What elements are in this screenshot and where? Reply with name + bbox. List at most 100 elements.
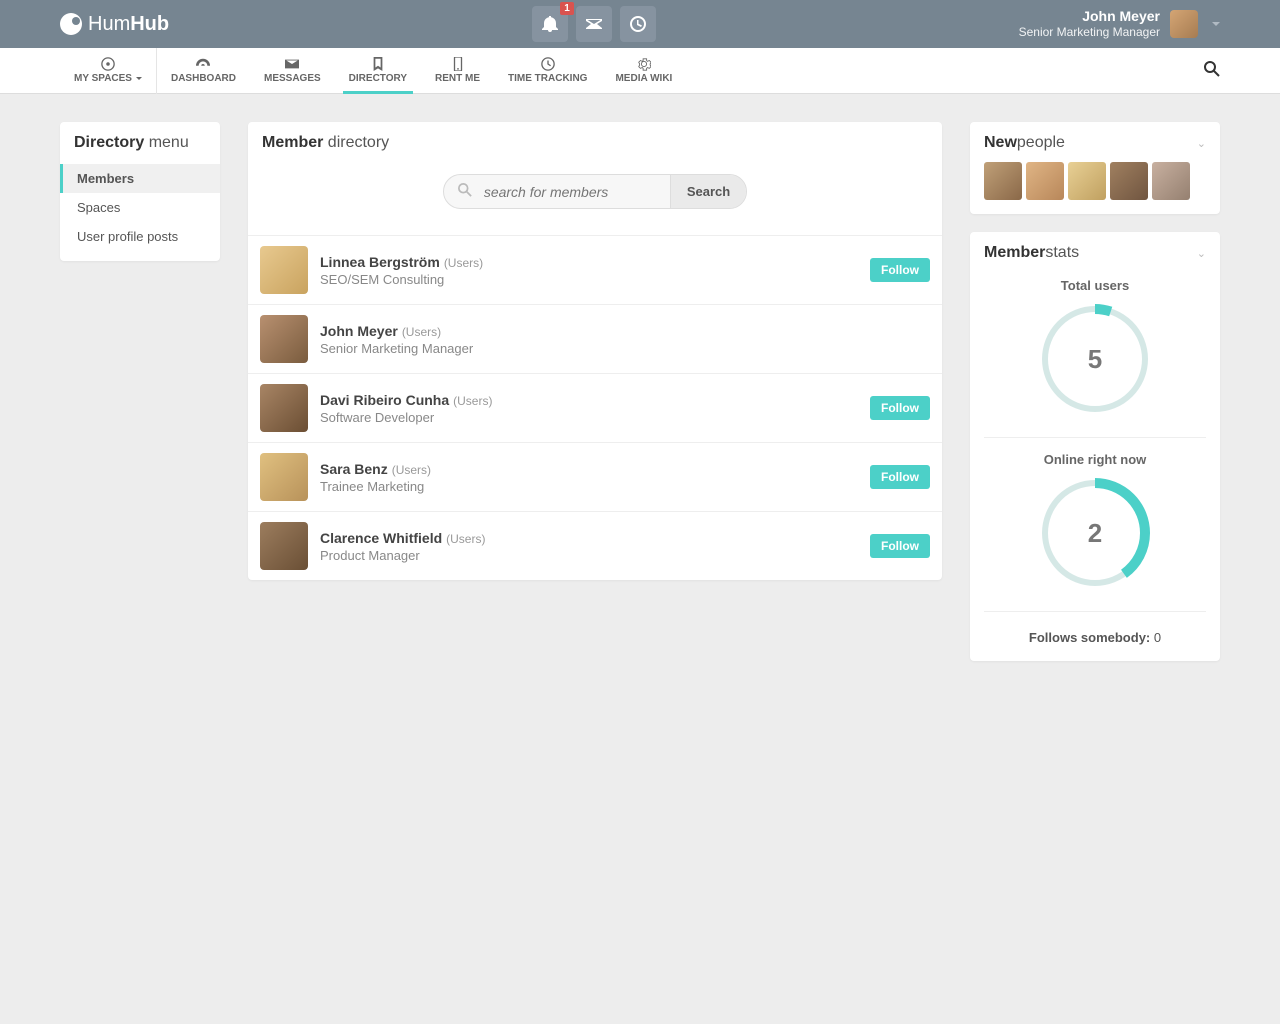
caret-down-icon bbox=[136, 77, 142, 80]
member-title: Software Developer bbox=[320, 410, 870, 425]
member-group: (Users) bbox=[444, 256, 483, 270]
nav-label-time: TIME TRACKING bbox=[508, 73, 587, 84]
main-title-a: Member bbox=[262, 134, 323, 151]
follow-button[interactable]: Follow bbox=[870, 465, 930, 489]
person-avatar[interactable] bbox=[1110, 162, 1148, 200]
stat-value-total: 5 bbox=[1039, 303, 1151, 415]
sidebar-item-user-posts[interactable]: User profile posts bbox=[60, 222, 220, 251]
stat-label-online: Online right now bbox=[984, 452, 1206, 467]
widget-title: New people ⌄ bbox=[970, 122, 1220, 162]
member-info: Sara Benz (Users) Trainee Marketing bbox=[320, 461, 870, 494]
follow-button[interactable]: Follow bbox=[870, 258, 930, 282]
widget-title: Member stats ⌄ bbox=[970, 232, 1220, 272]
history-button[interactable] bbox=[620, 6, 656, 42]
dashboard-icon bbox=[196, 57, 210, 71]
chevron-down-icon[interactable]: ⌄ bbox=[1197, 247, 1206, 260]
member-group: (Users) bbox=[392, 463, 431, 477]
member-info: Davi Ribeiro Cunha (Users) Software Devel… bbox=[320, 392, 870, 425]
member-stats-widget: Member stats ⌄ Total users 5 Online righ… bbox=[970, 232, 1220, 661]
sidebar-title-a: Directory bbox=[74, 134, 144, 151]
member-avatar[interactable] bbox=[260, 453, 308, 501]
notifications-button[interactable]: 1 bbox=[532, 6, 568, 42]
member-name[interactable]: Davi Ribeiro Cunha bbox=[320, 392, 449, 408]
member-group: (Users) bbox=[402, 325, 441, 339]
member-group: (Users) bbox=[453, 394, 492, 408]
widget-title-b: people bbox=[1017, 134, 1065, 152]
search-icon bbox=[1204, 61, 1220, 77]
member-row: Clarence Whitfield(Users) Product Manage… bbox=[248, 512, 942, 580]
nav-media-wiki[interactable]: MEDIA WIKI bbox=[601, 48, 686, 94]
chevron-down-icon[interactable]: ⌄ bbox=[1197, 137, 1206, 150]
container: Directory menu Members Spaces User profi… bbox=[0, 94, 1280, 689]
user-role: Senior Marketing Manager bbox=[1019, 25, 1160, 39]
search-icon bbox=[444, 183, 480, 200]
nav-my-spaces[interactable]: MY SPACES bbox=[60, 48, 157, 94]
member-avatar[interactable] bbox=[260, 522, 308, 570]
member-avatar[interactable] bbox=[260, 384, 308, 432]
stat-value-online: 2 bbox=[1039, 477, 1151, 589]
person-avatar[interactable] bbox=[984, 162, 1022, 200]
member-row: Davi Ribeiro Cunha (Users) Software Devel… bbox=[248, 374, 942, 443]
total-users-stat: Total users 5 bbox=[970, 272, 1220, 429]
nav-messages[interactable]: MESSAGES bbox=[250, 48, 335, 94]
member-name[interactable]: Clarence Whitfield bbox=[320, 530, 442, 546]
member-name[interactable]: Linnea Bergström bbox=[320, 254, 440, 270]
clock-icon bbox=[541, 57, 555, 71]
nav-dashboard[interactable]: DASHBOARD bbox=[157, 48, 250, 94]
member-avatar[interactable] bbox=[260, 246, 308, 294]
nav-label-directory: DIRECTORY bbox=[349, 73, 407, 84]
top-icons: 1 bbox=[169, 6, 1018, 42]
navbar: MY SPACES DASHBOARD MESSAGES DIRECTORY R… bbox=[0, 48, 1280, 94]
member-info: John Meyer(Users) Senior Marketing Manag… bbox=[320, 323, 930, 356]
member-title: Product Manager bbox=[320, 548, 870, 563]
widget-title-a: Member bbox=[984, 244, 1045, 262]
user-menu[interactable]: John Meyer Senior Marketing Manager bbox=[1019, 8, 1220, 39]
logo-icon bbox=[60, 13, 82, 35]
envelope-icon bbox=[586, 16, 602, 32]
logo-text-a: Hum bbox=[88, 13, 130, 36]
mobile-icon bbox=[451, 57, 465, 71]
caret-down-icon bbox=[1212, 22, 1220, 26]
user-name: John Meyer bbox=[1019, 8, 1160, 25]
nav-time-tracking[interactable]: TIME TRACKING bbox=[494, 48, 601, 94]
sidebar-item-members[interactable]: Members bbox=[60, 164, 220, 193]
notification-badge: 1 bbox=[560, 2, 574, 15]
search-box: Search bbox=[443, 174, 747, 209]
follows-stat: Follows somebody: 0 bbox=[970, 620, 1220, 661]
target-icon bbox=[101, 57, 115, 71]
right-column: New people ⌄ Member stats ⌄ Total users bbox=[970, 122, 1220, 661]
avatar bbox=[1170, 10, 1198, 38]
person-avatar[interactable] bbox=[1152, 162, 1190, 200]
person-avatar[interactable] bbox=[1026, 162, 1064, 200]
follow-button[interactable]: Follow bbox=[870, 534, 930, 558]
follow-button[interactable]: Follow bbox=[870, 396, 930, 420]
clock-icon bbox=[630, 16, 646, 32]
logo-text-b: Hub bbox=[130, 13, 169, 36]
main-title-b: directory bbox=[323, 134, 389, 151]
book-icon bbox=[371, 57, 385, 71]
member-title: SEO/SEM Consulting bbox=[320, 272, 870, 287]
member-name[interactable]: John Meyer bbox=[320, 323, 398, 339]
nav-directory[interactable]: DIRECTORY bbox=[335, 48, 421, 94]
sidebar-item-spaces[interactable]: Spaces bbox=[60, 193, 220, 222]
person-avatar[interactable] bbox=[1068, 162, 1106, 200]
member-row: Sara Benz (Users) Trainee Marketing Follo… bbox=[248, 443, 942, 512]
member-list: Linnea Bergström (Users) SEO/SEM Consulti… bbox=[248, 235, 942, 580]
messages-button[interactable] bbox=[576, 6, 612, 42]
divider bbox=[984, 437, 1206, 438]
side-menu: Members Spaces User profile posts bbox=[60, 164, 220, 261]
member-title: Trainee Marketing bbox=[320, 479, 870, 494]
logo[interactable]: HumHub bbox=[60, 13, 169, 36]
widget-title-b: stats bbox=[1045, 244, 1079, 262]
member-avatar[interactable] bbox=[260, 315, 308, 363]
online-now-chart: 2 bbox=[1039, 477, 1151, 589]
nav-rent-me[interactable]: RENT ME bbox=[421, 48, 494, 94]
search-row: Search bbox=[248, 152, 942, 235]
search-input[interactable] bbox=[480, 176, 670, 208]
search-button[interactable] bbox=[1204, 61, 1220, 80]
member-info: Clarence Whitfield(Users) Product Manage… bbox=[320, 530, 870, 563]
search-submit-button[interactable]: Search bbox=[670, 175, 746, 208]
member-name[interactable]: Sara Benz bbox=[320, 461, 388, 477]
member-info: Linnea Bergström (Users) SEO/SEM Consulti… bbox=[320, 254, 870, 287]
sidebar: Directory menu Members Spaces User profi… bbox=[60, 122, 220, 261]
